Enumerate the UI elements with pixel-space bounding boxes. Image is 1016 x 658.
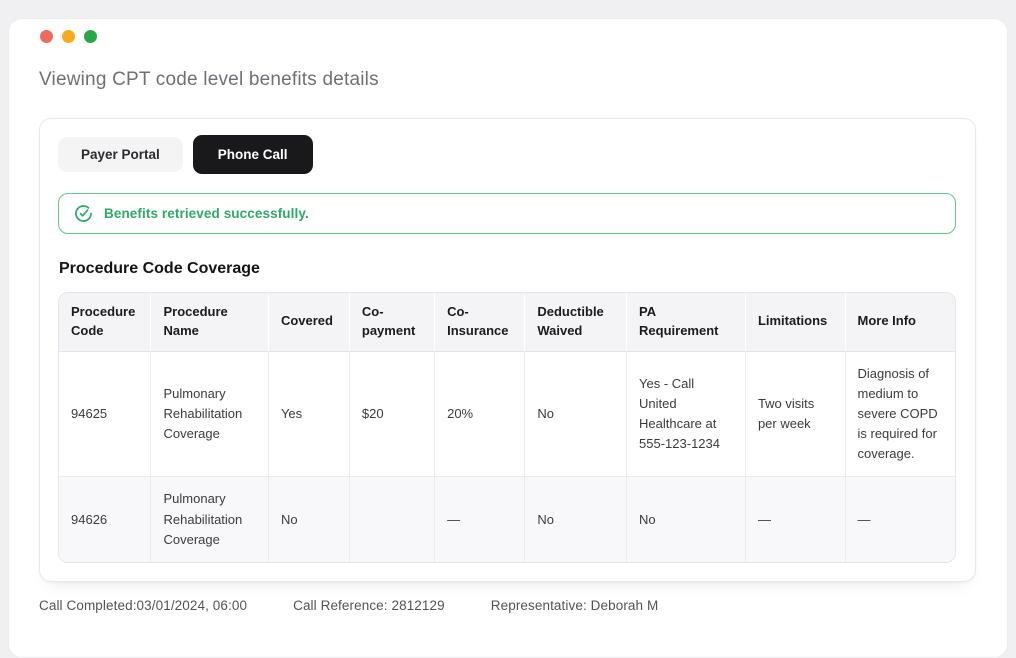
success-message: Benefits retrieved successfully.: [104, 206, 309, 221]
column-header: Procedure Name: [151, 293, 268, 351]
benefits-card: Payer Portal Phone Call Benefits retriev…: [39, 118, 976, 582]
table-row: 94626Pulmonary Rehabilitation CoverageNo…: [59, 477, 955, 562]
table-row: 94625Pulmonary Rehabilitation CoverageYe…: [59, 351, 955, 477]
check-circle-icon: [74, 204, 93, 223]
table-cell: —: [845, 477, 955, 562]
call-summary-footer: Call Completed:03/01/2024, 06:00 Call Re…: [39, 598, 1007, 613]
table-cell: $20: [349, 351, 434, 477]
column-header: Co-payment: [349, 293, 434, 351]
table-cell: 20%: [435, 351, 525, 477]
success-banner: Benefits retrieved successfully.: [58, 193, 956, 234]
table-cell: No: [268, 477, 349, 562]
table-cell: 94626: [59, 477, 151, 562]
call-reference-label: Call Reference: 2812129: [293, 598, 445, 613]
tab-payer-portal[interactable]: Payer Portal: [58, 137, 183, 172]
minimize-window-icon[interactable]: [62, 30, 75, 43]
column-header: Limitations: [745, 293, 845, 351]
close-window-icon[interactable]: [40, 30, 53, 43]
app-window: Viewing CPT code level benefits details …: [8, 18, 1008, 658]
source-tabs: Payer Portal Phone Call: [58, 135, 956, 174]
table-cell: —: [745, 477, 845, 562]
table-cell: Diagnosis of medium to severe COPD is re…: [845, 351, 955, 477]
table-cell: No: [525, 477, 627, 562]
table-cell: —: [435, 477, 525, 562]
tab-phone-call[interactable]: Phone Call: [193, 135, 313, 174]
column-header: Covered: [268, 293, 349, 351]
table-cell: Two visits per week: [745, 351, 845, 477]
column-header: Deductible Waived: [525, 293, 627, 351]
column-header: Procedure Code: [59, 293, 151, 351]
column-header: PA Requirement: [627, 293, 746, 351]
table-cell: Yes: [268, 351, 349, 477]
column-header: Co-Insurance: [435, 293, 525, 351]
table-cell: Pulmonary Rehabilitation Coverage: [151, 477, 268, 562]
table-cell: [349, 477, 434, 562]
maximize-window-icon[interactable]: [84, 30, 97, 43]
representative-label: Representative: Deborah M: [491, 598, 659, 613]
table-cell: No: [525, 351, 627, 477]
table-cell: Yes - Call United Healthcare at 555-123-…: [627, 351, 746, 477]
table-header-row: Procedure CodeProcedure NameCoveredCo-pa…: [59, 293, 955, 351]
table-cell: 94625: [59, 351, 151, 477]
page-title: Viewing CPT code level benefits details: [39, 69, 1007, 91]
call-completed-label: Call Completed:03/01/2024, 06:00: [39, 598, 247, 613]
section-title: Procedure Code Coverage: [59, 260, 956, 278]
window-controls: [9, 19, 1007, 43]
coverage-table: Procedure CodeProcedure NameCoveredCo-pa…: [59, 293, 955, 562]
coverage-table-wrapper: Procedure CodeProcedure NameCoveredCo-pa…: [58, 292, 956, 563]
table-cell: No: [627, 477, 746, 562]
table-cell: Pulmonary Rehabilitation Coverage: [151, 351, 268, 477]
column-header: More Info: [845, 293, 955, 351]
